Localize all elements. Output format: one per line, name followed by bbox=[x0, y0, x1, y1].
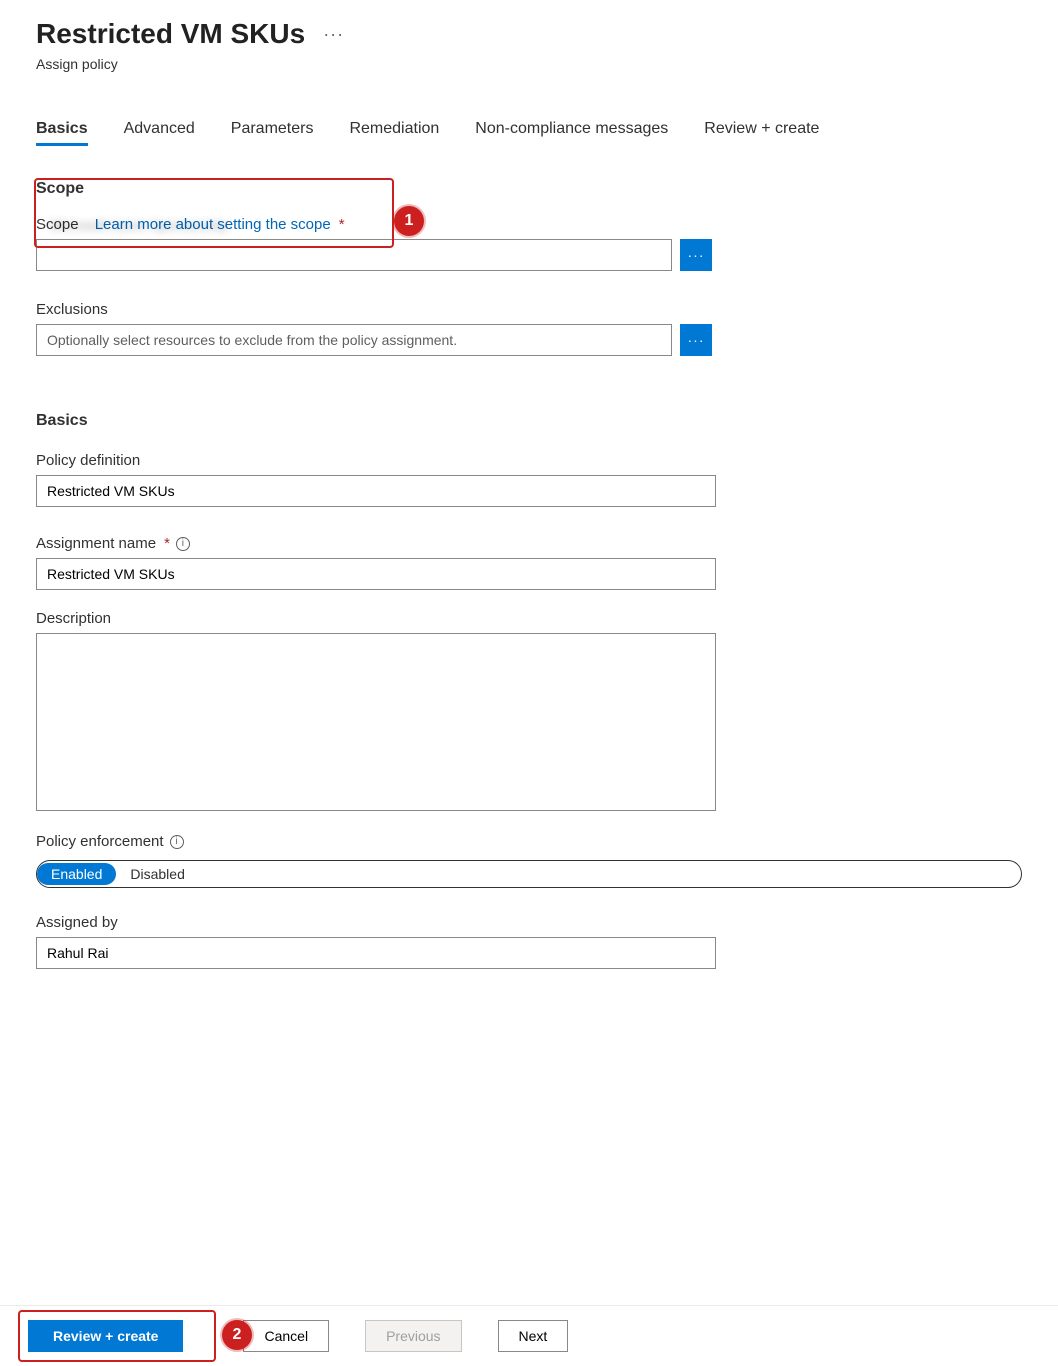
more-icon[interactable]: ··· bbox=[323, 24, 344, 45]
ellipsis-icon: ··· bbox=[688, 248, 705, 262]
tab-advanced[interactable]: Advanced bbox=[124, 120, 195, 146]
tab-remediation[interactable]: Remediation bbox=[349, 120, 439, 146]
policy-enforcement-label: Policy enforcement bbox=[36, 833, 164, 850]
info-icon[interactable]: i bbox=[176, 537, 190, 551]
next-button[interactable]: Next bbox=[498, 1320, 569, 1352]
exclusions-label: Exclusions bbox=[36, 301, 108, 318]
assignment-name-input[interactable] bbox=[36, 558, 716, 590]
policy-definition-input bbox=[36, 475, 716, 507]
scope-input[interactable] bbox=[36, 239, 672, 271]
tab-basics[interactable]: Basics bbox=[36, 120, 88, 146]
scope-picker-button[interactable]: ··· bbox=[680, 239, 712, 271]
assigned-by-input[interactable] bbox=[36, 937, 716, 969]
required-indicator: * bbox=[164, 535, 170, 552]
page-subtitle: Assign policy bbox=[36, 56, 1022, 72]
exclusions-input[interactable] bbox=[36, 324, 672, 356]
annotation-callout-1: 1 bbox=[394, 206, 424, 236]
footer: Review + create 2 Cancel Previous Next bbox=[0, 1305, 1058, 1366]
toggle-disabled[interactable]: Disabled bbox=[116, 863, 198, 885]
ellipsis-icon: ··· bbox=[688, 333, 705, 347]
assignment-name-label: Assignment name bbox=[36, 535, 156, 552]
description-textarea[interactable] bbox=[36, 633, 716, 811]
scope-heading: Scope bbox=[36, 180, 1022, 198]
scope-blurred-value: Microsoft Azure Sponsorship bbox=[50, 217, 228, 233]
tab-non-compliance[interactable]: Non-compliance messages bbox=[475, 120, 668, 146]
exclusions-picker-button[interactable]: ··· bbox=[680, 324, 712, 356]
cancel-button[interactable]: Cancel bbox=[243, 1320, 329, 1352]
policy-definition-label: Policy definition bbox=[36, 452, 140, 469]
assigned-by-label: Assigned by bbox=[36, 914, 118, 931]
toggle-enabled[interactable]: Enabled bbox=[37, 863, 116, 885]
review-create-button[interactable]: Review + create bbox=[28, 1320, 183, 1352]
description-label: Description bbox=[36, 610, 111, 627]
annotation-callout-2: 2 bbox=[222, 1320, 252, 1350]
tab-parameters[interactable]: Parameters bbox=[231, 120, 314, 146]
tabs: Basics Advanced Parameters Remediation N… bbox=[36, 120, 1022, 146]
previous-button: Previous bbox=[365, 1320, 461, 1352]
policy-enforcement-toggle[interactable]: Enabled Disabled bbox=[36, 860, 1022, 888]
tab-review-create[interactable]: Review + create bbox=[704, 120, 819, 146]
basics-heading: Basics bbox=[36, 412, 1022, 430]
info-icon[interactable]: i bbox=[170, 835, 184, 849]
page-title: Restricted VM SKUs bbox=[36, 18, 305, 50]
required-indicator: * bbox=[339, 216, 345, 233]
